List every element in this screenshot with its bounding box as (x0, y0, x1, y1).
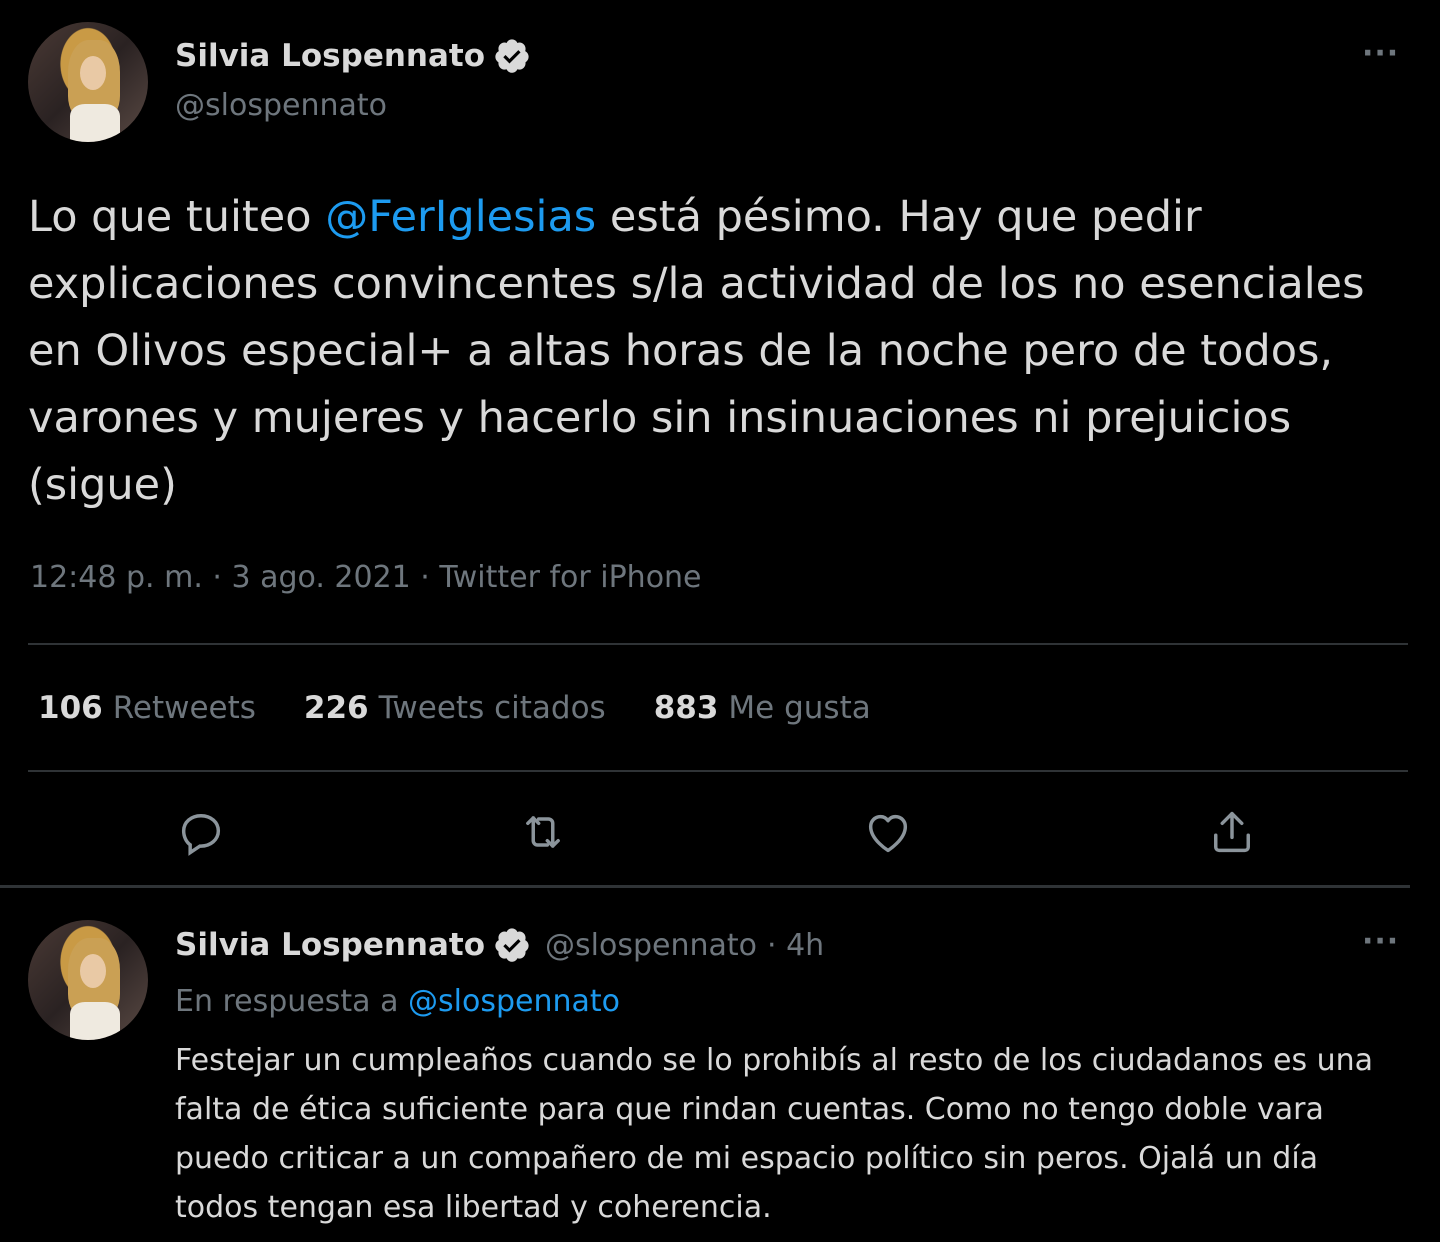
retweet-icon[interactable] (517, 806, 569, 858)
quotes-count: 226 (303, 690, 369, 726)
quotes-stat[interactable]: 226 Tweets citados (304, 690, 606, 726)
author-handle[interactable]: @slospennato (545, 928, 757, 963)
avatar[interactable] (28, 22, 148, 142)
likes-count: 883 (653, 690, 719, 726)
verified-badge-icon (495, 39, 529, 73)
mention-link[interactable]: @FerIglesias (325, 192, 596, 242)
author-handle[interactable]: @slospennato (175, 88, 387, 123)
share-icon[interactable] (1206, 806, 1258, 858)
author-name[interactable]: Silvia Lospennato (175, 927, 485, 963)
tweet-text-start: Lo que tuiteo (28, 192, 326, 242)
retweets-count: 106 (38, 690, 103, 726)
author-name[interactable]: Silvia Lospennato (175, 38, 485, 74)
more-options-icon[interactable]: ··· (1362, 924, 1399, 959)
divider (28, 643, 1408, 645)
tweet-timestamp-source[interactable]: 12:48 p. m. · 3 ago. 2021 · Twitter for … (30, 560, 702, 595)
avatar[interactable] (28, 920, 148, 1040)
replying-to: En respuesta a @slospennato (175, 984, 620, 1019)
tweet-text: Lo que tuiteo @FerIglesias está pésimo. … (28, 184, 1418, 519)
reply-text: Festejar un cumpleaños cuando se lo proh… (175, 1043, 1374, 1225)
reply-author-row: Silvia Lospennato @slospennato · 4h (175, 926, 824, 964)
retweets-stat[interactable]: 106 Retweets (38, 690, 256, 726)
tweet-separator (0, 885, 1410, 888)
more-options-icon[interactable]: ··· (1362, 36, 1399, 71)
likes-label: Me gusta (728, 690, 871, 726)
retweets-label: Retweets (112, 690, 256, 726)
likes-stat[interactable]: 883 Me gusta (654, 690, 871, 726)
verified-badge-icon (495, 928, 529, 962)
divider (28, 770, 1408, 772)
quotes-label: Tweets citados (378, 690, 606, 726)
reply-icon[interactable] (175, 806, 227, 858)
replying-to-link[interactable]: @slospennato (408, 984, 620, 1019)
tweet-time[interactable]: · 4h (767, 928, 824, 963)
author-name-row[interactable]: Silvia Lospennato (175, 37, 531, 75)
engagement-stats: 106 Retweets 226 Tweets citados 883 Me gust… (38, 690, 871, 726)
replying-prefix: En respuesta a (175, 984, 409, 1019)
like-icon[interactable] (862, 806, 914, 858)
